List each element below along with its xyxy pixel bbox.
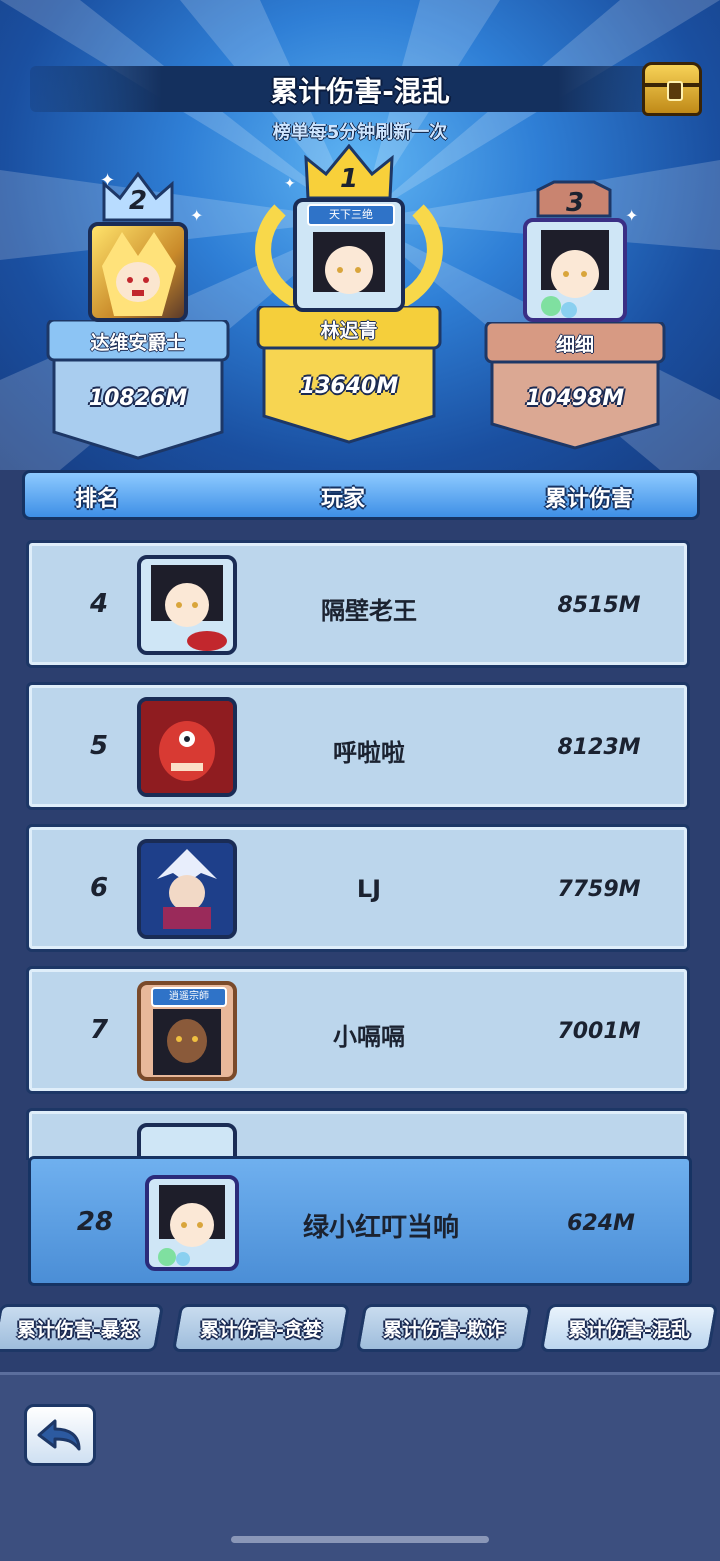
avatar (523, 218, 627, 322)
my-rank-cell: 28 (76, 1207, 114, 1237)
damage-cell: 7759M (557, 877, 641, 902)
character-portrait (141, 701, 233, 793)
rank-cell: 4 (89, 589, 109, 619)
tab-label: 累计伤害-混乱 (567, 1319, 690, 1341)
ranking-list[interactable]: 4 隔壁老王 8515M 5 呼啦啦 8123M 6 LJ 7759M 7 逍遥… (0, 520, 720, 1160)
damage-cell: 8123M (557, 735, 641, 760)
tab-label: 累计伤害-欺诈 (382, 1319, 505, 1341)
category-tabs: 累计伤害-暴怒 累计伤害-贪婪 累计伤害-欺诈 累计伤害-混乱 (0, 1304, 720, 1356)
tab-chaos[interactable]: 累计伤害-混乱 (539, 1304, 719, 1352)
damage-cell: 7001M (557, 1019, 641, 1044)
avatar (137, 839, 237, 939)
rank-number: 1 (339, 164, 359, 194)
player-cell: LJ (356, 875, 382, 903)
avatar (88, 222, 188, 322)
title-badge: 逍遥宗師 (151, 987, 227, 1007)
character-portrait (158, 1185, 225, 1266)
rank-number: 3 (565, 188, 585, 218)
back-button[interactable] (24, 1404, 96, 1466)
rank-cell: 5 (89, 731, 109, 761)
table-row[interactable]: 4 隔壁老王 8515M (26, 540, 690, 668)
character-portrait (151, 565, 227, 651)
podium-first[interactable]: 1 天下三绝 林迟青 13640M (255, 144, 443, 444)
table-header: 排名 玩家 累计伤害 (22, 470, 700, 520)
character-portrait (153, 1009, 221, 1075)
avatar: 天下三绝 (293, 198, 405, 312)
page-title: 累计伤害-混乱 (270, 75, 450, 108)
refresh-note: 榜单每5分钟刷新一次 (272, 122, 448, 143)
back-arrow-icon (37, 1419, 81, 1451)
damage-value: 10498M (525, 386, 625, 411)
column-header-rank: 排名 (75, 487, 120, 512)
tab-deceit[interactable]: 累计伤害-欺诈 (355, 1304, 533, 1352)
podium-second[interactable]: 2 达维安爵士 10826M (46, 170, 230, 460)
tab-label: 累计伤害-贪婪 (199, 1319, 322, 1341)
table-row[interactable] (26, 1108, 690, 1160)
podium-third[interactable]: 3 细细 10498M (484, 180, 666, 450)
home-indicator[interactable] (231, 1536, 489, 1543)
damage-value: 10826M (88, 386, 188, 411)
avatar (145, 1175, 239, 1271)
damage-cell: 8515M (557, 593, 641, 618)
tab-greed[interactable]: 累计伤害-贪婪 (171, 1304, 351, 1352)
player-name: 林迟青 (320, 320, 378, 342)
column-header-damage: 累计伤害 (545, 487, 634, 512)
avatar (137, 697, 237, 797)
rank-cell: 6 (89, 873, 109, 903)
player-name: 达维安爵士 (90, 332, 186, 354)
character-portrait (313, 232, 385, 294)
avatar (137, 555, 237, 655)
player-name: 细细 (555, 334, 594, 356)
my-player-cell: 绿小红叮当响 (302, 1213, 459, 1243)
character-portrait (541, 230, 609, 318)
avatar (137, 1123, 237, 1160)
character-portrait (102, 232, 176, 316)
damage-value: 13640M (299, 374, 399, 399)
bottom-panel (0, 1372, 720, 1561)
table-row[interactable]: 6 LJ 7759M (26, 824, 690, 952)
column-header-player: 玩家 (321, 487, 366, 512)
my-rank-row[interactable]: 28 绿小红叮当响 624M (28, 1156, 692, 1286)
table-row[interactable]: 7 逍遥宗師 小嗝嗝 7001M (26, 966, 690, 1094)
tab-label: 累计伤害-暴怒 (16, 1319, 139, 1341)
player-cell: 隔壁老王 (321, 597, 417, 625)
avatar: 逍遥宗師 (137, 981, 237, 1081)
tab-rage[interactable]: 累计伤害-暴怒 (0, 1304, 165, 1352)
my-damage-cell: 624M (567, 1211, 635, 1236)
rank-cell: 7 (89, 1015, 109, 1045)
player-cell: 小嗝嗝 (333, 1023, 405, 1051)
character-portrait (141, 843, 233, 935)
table-row[interactable]: 5 呼啦啦 8123M (26, 682, 690, 810)
rank-number: 2 (128, 186, 148, 216)
player-cell: 呼啦啦 (333, 739, 405, 767)
treasure-chest-icon[interactable] (642, 62, 702, 116)
